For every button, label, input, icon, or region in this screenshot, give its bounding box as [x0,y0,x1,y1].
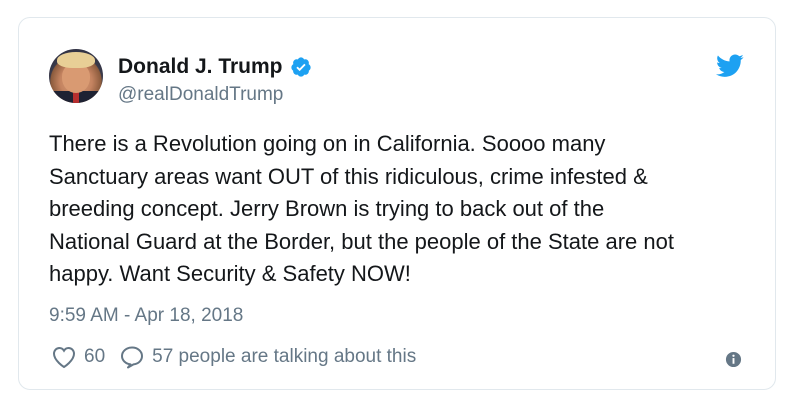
tweet-actions: 60 57 people are talking about this [51,345,416,369]
like-button[interactable]: 60 [51,345,119,369]
verified-badge-icon [290,57,311,77]
tweet-timestamp[interactable]: 9:59 AM - Apr 18, 2018 [49,305,243,327]
like-count: 60 [84,346,106,367]
speech-bubble-icon [121,346,144,369]
tweet-text: There is a Revolution going on in Califo… [49,131,674,286]
heart-icon [52,346,76,369]
author-handle[interactable]: @realDonaldTrump [118,84,283,106]
twitter-bird-icon[interactable] [716,54,744,78]
avatar[interactable] [49,49,103,103]
talking-button[interactable]: 57 people are talking about this [119,345,416,369]
tweet-card[interactable]: Donald J. Trump @realDonaldTrump There i… [18,17,776,390]
info-icon[interactable] [725,351,742,368]
talking-text: 57 people are talking about this [152,346,417,367]
author-row: Donald J. Trump [118,55,312,79]
author-name[interactable]: Donald J. Trump [118,55,283,79]
avatar-hair [57,52,95,68]
